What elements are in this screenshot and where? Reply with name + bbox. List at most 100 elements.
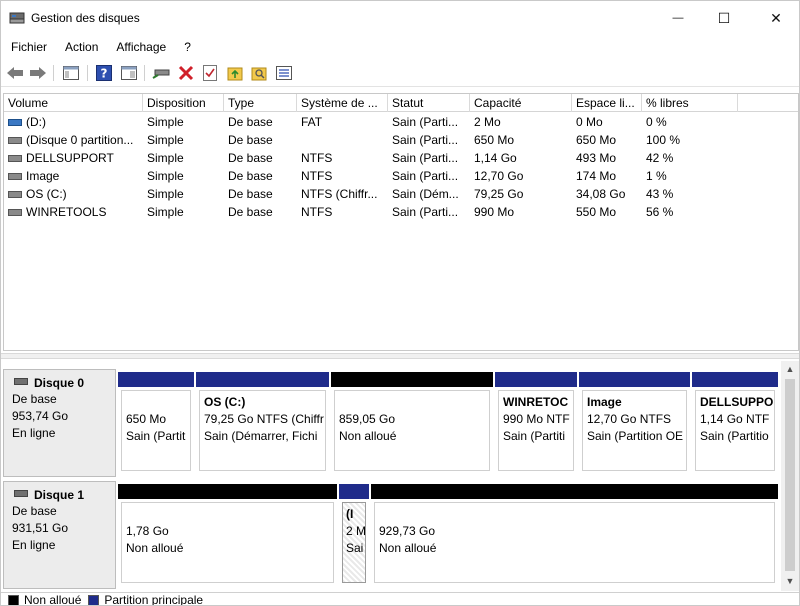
column-header-free-space[interactable]: Espace li... [572, 94, 642, 112]
volume-filesystem: NTFS [301, 151, 333, 165]
volume-list-header: Volume Disposition Type Système de ... S… [4, 94, 798, 112]
properties-pane-icon[interactable] [119, 63, 139, 83]
disk-management-app-icon [9, 12, 25, 24]
volume-free-space: 493 Mo [576, 151, 617, 165]
disk-1-unallocated-2[interactable]: 929,73 Go Non alloué [371, 484, 778, 585]
maximize-button[interactable]: ☐ [701, 1, 747, 35]
svg-text:?: ? [101, 67, 108, 81]
partition-size: 2 M [346, 524, 366, 538]
volume-row[interactable]: (D:) Simple De base FAT Sain (Parti... 2… [4, 114, 798, 132]
partition-name: OS (C:) [204, 395, 246, 409]
disk-0-partition-os-c[interactable]: OS (C:) 79,25 Go NTFS (Chiffr Sain (Déma… [196, 372, 329, 473]
volume-list-icon[interactable] [274, 63, 294, 83]
volume-row[interactable]: DELLSUPPORT Simple De base NTFS Sain (Pa… [4, 150, 798, 168]
toolbar-separator [53, 65, 54, 81]
volume-free-space: 174 Mo [576, 169, 617, 183]
partition-body: WINRETOC 990 Mo NTF Sain (Partiti [498, 390, 574, 471]
partition-bar [118, 484, 337, 499]
partition-body: 859,05 Go Non alloué [334, 390, 490, 471]
menu-affichage[interactable]: Affichage [106, 38, 174, 58]
volume-status: Sain (Parti... [392, 133, 459, 147]
partition-size: 12,70 Go NTFS [587, 412, 672, 426]
search-folder-icon[interactable] [249, 63, 269, 83]
column-header-volume[interactable]: Volume [4, 94, 143, 112]
toolbar: ? [1, 61, 799, 87]
disk-0-type: De base [12, 392, 57, 406]
open-folder-icon[interactable] [225, 63, 245, 83]
volume-row[interactable]: OS (C:) Simple De base NTFS (Chiffr... S… [4, 186, 798, 204]
pane-splitter[interactable] [1, 353, 799, 359]
volume-disposition: Simple [147, 205, 184, 219]
disk-icon [14, 490, 28, 497]
back-arrow-icon[interactable] [5, 63, 25, 83]
connect-drive-icon[interactable] [151, 63, 171, 83]
toolbar-separator [144, 65, 145, 81]
volume-disposition: Simple [147, 151, 184, 165]
column-header-type[interactable]: Type [224, 94, 297, 112]
column-header-capacity[interactable]: Capacité [470, 94, 572, 112]
scroll-down-arrow-icon[interactable]: ▼ [781, 573, 799, 589]
partition-body: 650 Mo Sain (Partit [121, 390, 191, 471]
menu-bar: Fichier Action Affichage ? [1, 38, 199, 58]
partition-name: (I [346, 507, 354, 521]
partition-status: Sain (Partiti [503, 429, 566, 443]
column-header-filesystem[interactable]: Système de ... [297, 94, 388, 112]
delete-icon[interactable] [176, 63, 196, 83]
partition-name [126, 395, 190, 412]
menu-action[interactable]: Action [55, 38, 106, 58]
disk-management-window: Gestion des disques — ☐ ✕ Fichier Action… [0, 0, 800, 606]
partition-bar [692, 372, 778, 387]
disk-1-partition-d[interactable]: (I 2 M Sai [339, 484, 369, 585]
help-icon[interactable]: ? [94, 63, 114, 83]
volume-free-space: 34,08 Go [576, 187, 626, 201]
volume-row[interactable]: WINRETOOLS Simple De base NTFS Sain (Par… [4, 204, 798, 222]
volume-filesystem: FAT [301, 115, 323, 129]
scroll-up-arrow-icon[interactable]: ▲ [781, 361, 799, 377]
column-header-status[interactable]: Statut [388, 94, 470, 112]
disk-0-partition-image[interactable]: Image 12,70 Go NTFS Sain (Partition OE [579, 372, 690, 473]
disk-1-label[interactable]: Disque 1 De base 931,51 Go En ligne [3, 481, 116, 589]
close-button[interactable]: ✕ [753, 1, 799, 35]
legend-primary: Partition principale [104, 593, 204, 606]
partition-name: DELLSUPPO [700, 395, 774, 409]
partition-body: DELLSUPPO 1,14 Go NTF Sain (Partitio [695, 390, 775, 471]
menu-help[interactable]: ? [174, 38, 199, 58]
volume-status: Sain (Parti... [392, 169, 459, 183]
volume-name: WINRETOOLS [26, 205, 107, 219]
partition-body: Image 12,70 Go NTFS Sain (Partition OE [582, 390, 687, 471]
volume-drive-icon [8, 191, 22, 198]
partition-status: Sain (Partit [126, 429, 186, 443]
disk-0-partition-dellsupport[interactable]: DELLSUPPO 1,14 Go NTF Sain (Partitio [692, 372, 778, 473]
disk-1-size: 931,51 Go [12, 521, 69, 535]
disk-0-unallocated[interactable]: 859,05 Go Non alloué [331, 372, 493, 473]
column-header-disposition[interactable]: Disposition [143, 94, 224, 112]
primary-partition-swatch [88, 594, 100, 605]
volume-drive-icon [8, 119, 22, 126]
partition-bar [371, 484, 778, 499]
disk-1-unallocated-1[interactable]: 1,78 Go Non alloué [118, 484, 337, 585]
menu-fichier[interactable]: Fichier [1, 38, 55, 58]
volume-row[interactable]: Image Simple De base NTFS Sain (Parti...… [4, 168, 798, 186]
volume-filesystem: NTFS (Chiffr... [301, 187, 378, 201]
column-header-percent-free[interactable]: % libres [642, 94, 738, 112]
disk-map-scrollbar[interactable]: ▲ ▼ [781, 361, 799, 591]
partition-name: WINRETOC [503, 395, 569, 409]
check-properties-icon[interactable] [200, 63, 220, 83]
volume-type: De base [228, 187, 273, 201]
scrollbar-thumb[interactable] [785, 379, 795, 571]
volume-disposition: Simple [147, 115, 184, 129]
volume-disposition: Simple [147, 133, 184, 147]
volume-percent-free: 0 % [646, 115, 667, 129]
partition-status: Sai [346, 541, 364, 555]
volume-name: OS (C:) [26, 187, 67, 201]
volume-list[interactable]: Volume Disposition Type Système de ... S… [3, 93, 799, 351]
disk-0-partition-1[interactable]: 650 Mo Sain (Partit [118, 372, 194, 473]
disk-0-label[interactable]: Disque 0 De base 953,74 Go En ligne [3, 369, 116, 477]
volume-name: (D:) [26, 115, 46, 129]
minimize-button[interactable]: — [655, 1, 701, 35]
volume-row[interactable]: (Disque 0 partition... Simple De base Sa… [4, 132, 798, 150]
disk-0-partition-winretools[interactable]: WINRETOC 990 Mo NTF Sain (Partiti [495, 372, 577, 473]
console-tree-icon[interactable] [61, 63, 81, 83]
window-title: Gestion des disques [31, 11, 140, 25]
forward-arrow-icon[interactable] [28, 63, 48, 83]
